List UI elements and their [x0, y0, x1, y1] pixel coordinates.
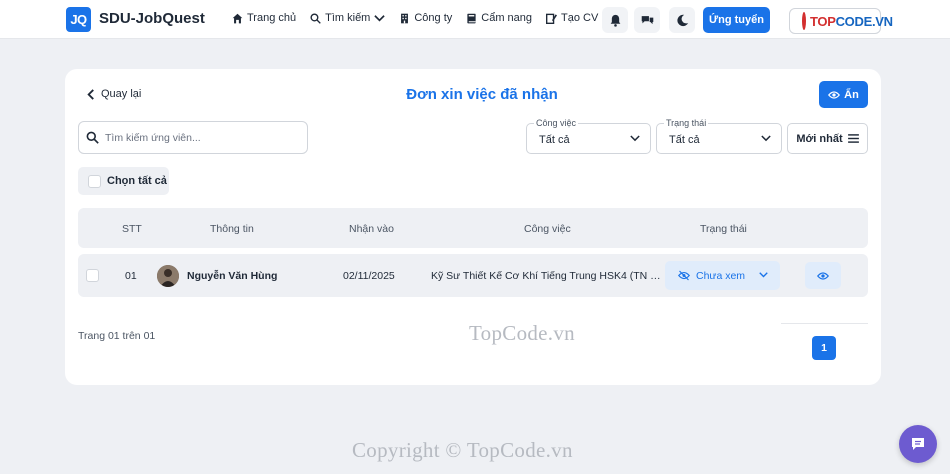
- search-icon: [86, 131, 99, 144]
- sort-label: Mới nhất: [796, 132, 843, 145]
- notification-button[interactable]: [602, 7, 628, 33]
- table-header: STT Thông tin Nhận vào Công việc Trạng t…: [78, 208, 868, 248]
- search-icon: [310, 12, 321, 24]
- top-navbar: JQ SDU-JobQuest Trang chủ Tìm kiếm Công …: [0, 0, 950, 39]
- back-link[interactable]: Quay lại: [86, 88, 141, 100]
- column-header-info: Thông tin: [210, 223, 254, 235]
- hide-button[interactable]: Ẩn: [819, 81, 868, 108]
- chevron-left-icon: [87, 88, 94, 100]
- nav-home-label: Trang chủ: [247, 12, 297, 24]
- chat-bubbles-icon: [641, 15, 653, 24]
- status-label: Chưa xem: [696, 269, 746, 282]
- job-filter-value: Tất cả: [539, 134, 570, 146]
- nav-search-label: Tìm kiếm: [325, 12, 371, 24]
- candidate-search: [78, 121, 308, 154]
- status-filter-label: Trạng thái: [664, 118, 709, 128]
- nav-create-cv[interactable]: Tạo CV: [546, 12, 598, 24]
- topcode-logo-icon: [802, 12, 806, 30]
- bell-icon: [610, 14, 620, 27]
- chevron-down-icon: [374, 14, 386, 22]
- home-icon: [232, 13, 243, 23]
- building-icon: [401, 13, 409, 23]
- column-header-received: Nhận vào: [349, 223, 394, 235]
- job-title: Kỹ Sư Thiết Kế Cơ Khí Tiếng Trung HSK4 (…: [431, 270, 662, 282]
- page-button-1[interactable]: 1: [812, 336, 836, 360]
- person-avatar-icon: [157, 265, 179, 287]
- messages-button[interactable]: [634, 7, 660, 33]
- theme-toggle-button[interactable]: [669, 7, 695, 33]
- moon-icon: [676, 14, 688, 26]
- eye-icon: [817, 271, 829, 280]
- job-filter-label: Công việc: [534, 118, 579, 128]
- received-date: 02/11/2025: [343, 270, 395, 282]
- nav-handbook[interactable]: Cẩm nang: [466, 12, 532, 24]
- eye-slash-icon: [678, 270, 690, 281]
- status-filter-value: Tất cả: [669, 134, 700, 146]
- topcode-watermark-logo: TOPCODE.VN: [789, 8, 893, 34]
- select-all-label: Chọn tất cả: [107, 175, 167, 187]
- nav-handbook-label: Cẩm nang: [481, 12, 533, 24]
- candidate-name[interactable]: Nguyễn Văn Hùng: [187, 270, 277, 282]
- avatar: [157, 265, 179, 287]
- column-header-status: Trạng thái: [700, 223, 747, 235]
- nav-create-cv-label: Tạo CV: [561, 12, 599, 24]
- edit-icon: [546, 13, 558, 24]
- table-row[interactable]: 01 Nguyễn Văn Hùng 02/11/2025 Kỹ Sư Thiế…: [78, 254, 868, 297]
- select-all-checkbox[interactable]: [88, 174, 101, 188]
- brand-name[interactable]: SDU-JobQuest: [99, 10, 205, 27]
- nav-company-label: Công ty: [414, 12, 453, 24]
- sort-lines-icon: [847, 134, 859, 143]
- status-dropdown[interactable]: Chưa xem: [665, 261, 780, 290]
- candidate-search-input[interactable]: [105, 131, 295, 144]
- pagination-divider: [781, 323, 868, 324]
- logo-icon[interactable]: JQ: [66, 7, 91, 32]
- status-filter-select[interactable]: Trạng thái Tất cả: [656, 118, 782, 154]
- back-label: Quay lại: [101, 88, 142, 100]
- watermark-text: TopCode.vn: [469, 321, 575, 345]
- select-all-button[interactable]: Chọn tất cả: [78, 167, 169, 195]
- chevron-down-icon: [761, 135, 771, 142]
- sort-button[interactable]: Mới nhất: [787, 123, 868, 154]
- row-stt: 01: [125, 270, 137, 282]
- nav-company[interactable]: Công ty: [399, 12, 452, 24]
- row-checkbox[interactable]: [86, 269, 99, 282]
- main-nav: Trang chủ Tìm kiếm Công ty Cẩm nang Tạo …: [232, 12, 598, 24]
- column-header-stt: STT: [122, 223, 142, 235]
- book-icon: [467, 13, 476, 23]
- pagination-summary: Trang 01 trên 01: [78, 330, 156, 342]
- apply-button[interactable]: Ứng tuyển: [703, 7, 770, 33]
- column-header-job: Công việc: [524, 223, 571, 235]
- chevron-down-icon: [630, 135, 640, 142]
- watermark-brand-prefix: TOP: [810, 13, 836, 29]
- chat-fab-button[interactable]: [899, 425, 937, 463]
- eye-icon: [828, 90, 841, 99]
- watermark-brand-suffix: CODE.VN: [835, 13, 893, 29]
- nav-search[interactable]: Tìm kiếm: [310, 12, 386, 24]
- page-title: Đơn xin việc đã nhận: [406, 86, 558, 103]
- copyright-watermark: Copyright © TopCode.vn: [352, 438, 573, 462]
- view-application-button[interactable]: [805, 262, 841, 289]
- hide-button-label: Ẩn: [844, 88, 859, 101]
- chevron-down-icon: [759, 272, 768, 278]
- chat-icon: [912, 438, 924, 450]
- job-filter-select[interactable]: Công việc Tất cả: [526, 118, 651, 154]
- nav-home[interactable]: Trang chủ: [232, 12, 296, 24]
